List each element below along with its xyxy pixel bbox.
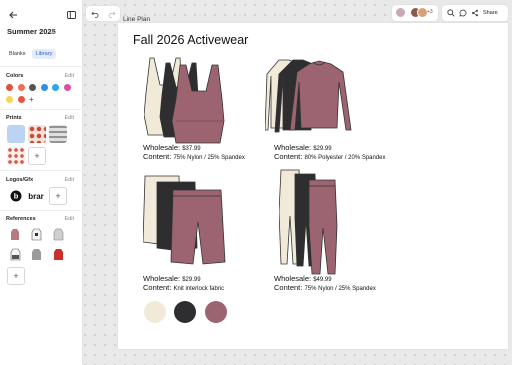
divider (0, 170, 83, 171)
sidebar-toggle-icon[interactable] (66, 10, 76, 20)
content-label: Content: (143, 152, 172, 161)
logos-edit-link[interactable]: Edit (65, 177, 74, 183)
search-icon[interactable] (447, 4, 455, 22)
add-print-button[interactable]: + (28, 147, 46, 165)
color-swatch[interactable] (6, 84, 13, 91)
product-bra-info[interactable]: Wholesale: $37.99 Content: 75% Nylon / 2… (143, 143, 245, 161)
divider (0, 66, 83, 67)
product-long-sleeve-info[interactable]: Wholesale: $29.99 Content: 80% Polyester… (274, 143, 386, 161)
color-swatch[interactable] (17, 84, 25, 91)
product-bike-short-info[interactable]: Wholesale: $29.99 Content: Knit interloc… (143, 274, 224, 292)
product-legging-info[interactable]: Wholesale: $49.99 Content: 75% Nylon / 2… (274, 274, 376, 292)
undo-redo-group (86, 6, 120, 21)
reference-thumbnail[interactable] (28, 246, 44, 262)
reference-thumbnail[interactable] (28, 226, 44, 242)
colorway-mauve[interactable] (205, 301, 227, 323)
content-value: 75% Nylon / 25% Spandex (173, 155, 245, 161)
logo-text: brar (28, 191, 44, 201)
long-sleeve-group[interactable] (265, 58, 353, 138)
line-plan-label[interactable]: Line Plan (123, 16, 150, 23)
tab-blanks[interactable]: Blanks (5, 49, 30, 59)
share-icon[interactable] (471, 4, 479, 22)
page-title[interactable]: Fall 2026 Activewear (133, 33, 248, 47)
undo-icon[interactable] (90, 5, 99, 23)
print-thumbnail-blue[interactable] (7, 125, 25, 143)
colors-edit-link[interactable]: Edit (65, 73, 74, 79)
leggings-group[interactable] (279, 168, 341, 276)
wholesale-label: Wholesale: (143, 143, 181, 152)
collaborator-count: +3 (427, 9, 433, 15)
content-label: Content: (274, 152, 303, 161)
line-plan-page[interactable]: Fall 2026 Activewear Wholesale: $37.99 C… (118, 23, 508, 349)
prints-edit-link[interactable]: Edit (65, 115, 74, 121)
print-thumbnail-floral[interactable] (28, 125, 46, 143)
colors-heading: Colors (6, 73, 24, 79)
color-swatch-row-1 (6, 84, 71, 91)
left-sidebar: Summer 2025 Blanks Library Colors Edit +… (0, 0, 83, 365)
sports-bra-group[interactable] (144, 55, 226, 145)
references-heading: References (6, 216, 36, 222)
content-value: Knit interlock fabric (173, 286, 225, 292)
comment-icon[interactable] (459, 4, 467, 22)
content-value: 80% Polyester / 20% Spandex (304, 155, 386, 161)
project-title[interactable]: Summer 2025 (7, 27, 56, 36)
reference-thumbnail[interactable] (50, 226, 66, 242)
logos-heading: Logos/Gfx (6, 177, 34, 183)
add-color-icon[interactable]: + (29, 96, 34, 104)
wholesale-label: Wholesale: (274, 274, 312, 283)
references-edit-link[interactable]: Edit (65, 216, 74, 222)
logo-thumbnail-library[interactable]: brar (27, 187, 45, 205)
back-arrow-icon[interactable] (8, 10, 18, 20)
avatar[interactable] (395, 7, 406, 18)
color-swatch[interactable] (63, 84, 71, 91)
colorway-black[interactable] (174, 301, 196, 323)
bike-shorts-group[interactable] (143, 174, 231, 270)
color-swatch[interactable] (17, 96, 25, 103)
content-label: Content: (274, 283, 303, 292)
color-swatch[interactable] (40, 84, 48, 91)
reference-thumbnail[interactable] (50, 246, 66, 262)
color-swatch[interactable] (52, 84, 59, 91)
colorway-cream[interactable] (144, 301, 166, 323)
logo-thumbnail-b[interactable]: b (7, 187, 25, 205)
add-logo-button[interactable]: + (49, 187, 67, 205)
add-reference-button[interactable]: + (7, 267, 25, 285)
content-value: 75% Nylon / 25% Spandex (304, 286, 376, 292)
tab-library[interactable]: Library (31, 49, 57, 59)
color-swatch[interactable] (6, 96, 13, 103)
reference-thumbnail[interactable] (7, 246, 23, 262)
color-swatch-row-2: + (6, 96, 34, 104)
share-out-icon[interactable] (50, 28, 56, 36)
sidebar-tabs: Blanks Library (5, 49, 57, 59)
color-swatch[interactable] (29, 84, 36, 91)
svg-text:b: b (14, 192, 19, 201)
divider (0, 210, 83, 211)
wholesale-label: Wholesale: (143, 274, 181, 283)
content-label: Content: (143, 283, 172, 292)
wholesale-label: Wholesale: (274, 143, 312, 152)
toolbar-actions: Share (442, 5, 508, 21)
print-thumbnail-dots[interactable] (7, 147, 25, 165)
divider (0, 109, 83, 110)
share-button[interactable]: Share (483, 10, 498, 16)
redo-icon[interactable] (108, 5, 116, 23)
print-thumbnail-plaid[interactable] (49, 125, 67, 143)
prints-heading: Prints (6, 115, 22, 121)
reference-thumbnail[interactable] (7, 226, 23, 242)
